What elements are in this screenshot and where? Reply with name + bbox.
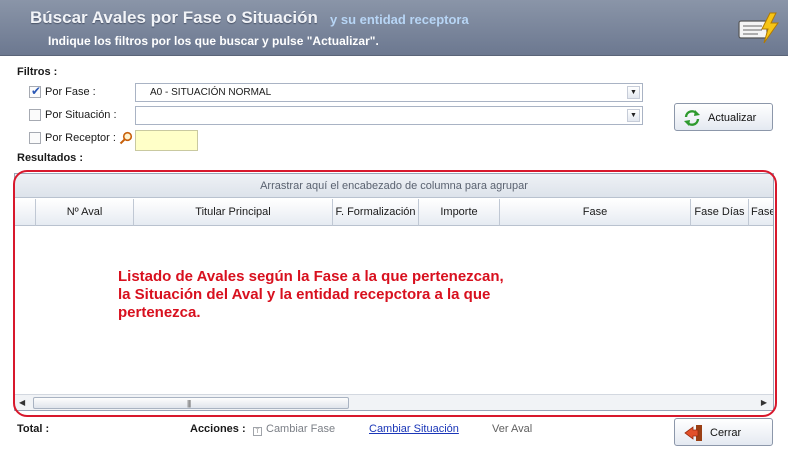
change-icon: T [253,427,262,436]
group-by-panel[interactable]: Arrastrar aquí el encabezado de columna … [15,174,773,198]
por-situacion-label: Por Situación : [45,109,117,121]
column-header-fase[interactable]: Fase [500,199,691,226]
cambiar-fase-action[interactable]: T Cambiar Fase [253,423,335,436]
total-label: Total : [17,423,50,435]
annotation-text: Listado de Avales según la Fase a la que… [118,268,504,321]
actualizar-label: Actualizar [708,112,757,124]
instructions-text: Indique los filtros por los que buscar y… [48,34,379,48]
exit-door-icon [684,425,702,441]
cambiar-situacion-link[interactable]: Cambiar Situación [369,423,459,435]
column-header-fase-extra[interactable]: Fase [749,199,773,226]
cerrar-label: Cerrar [710,427,742,439]
filters-label: Filtros : [17,66,58,78]
grip-icon: ||| [187,399,191,408]
page-subtitle: y su entidad receptora [330,12,469,27]
scrollbar-thumb[interactable]: ||| [33,397,349,409]
actualizar-button[interactable]: Actualizar [674,103,773,131]
title-bar: Búscar Avales por Fase o Situación y su … [0,0,788,56]
por-situacion-checkbox[interactable] [29,109,41,121]
por-fase-checkbox[interactable]: ✔ [29,84,42,98]
por-fase-label: Por Fase : [45,86,96,98]
fase-select[interactable]: A0 - SITUACIÓN NORMAL ▼ [135,83,643,102]
check-icon: ✔ [31,84,42,98]
report-lightning-icon [738,12,779,44]
cambiar-fase-label: Cambiar Fase [266,423,336,435]
column-header-titular[interactable]: Titular Principal [134,199,333,226]
chevron-down-icon[interactable]: ▼ [627,109,640,122]
cerrar-button[interactable]: Cerrar [674,418,773,446]
column-header-fase-dias[interactable]: Fase Días [691,199,749,226]
column-header-f-formalizacion[interactable]: F. Formalización [333,199,419,226]
ver-aval-action[interactable]: Ver Aval [492,423,532,435]
column-header-importe[interactable]: Importe [419,199,500,226]
horizontal-scrollbar[interactable]: ◀ ||| ▶ [15,394,773,410]
fase-select-value: A0 - SITUACIÓN NORMAL [150,87,272,98]
row-indicator-header [15,199,36,226]
refresh-icon [684,110,700,126]
receptor-input[interactable] [135,130,198,151]
acciones-label: Acciones : [190,423,246,435]
scroll-right-icon[interactable]: ▶ [761,398,767,407]
chevron-down-icon[interactable]: ▼ [627,86,640,99]
results-label: Resultados : [17,152,84,164]
search-icon[interactable] [119,131,133,145]
page-title: Búscar Avales por Fase o Situación [30,8,318,27]
column-header-n-aval[interactable]: Nº Aval [36,199,134,226]
por-receptor-label: Por Receptor : [45,132,116,144]
scroll-left-icon[interactable]: ◀ [19,398,25,407]
situacion-select[interactable]: ▼ [135,106,643,125]
por-receptor-checkbox[interactable] [29,132,41,144]
